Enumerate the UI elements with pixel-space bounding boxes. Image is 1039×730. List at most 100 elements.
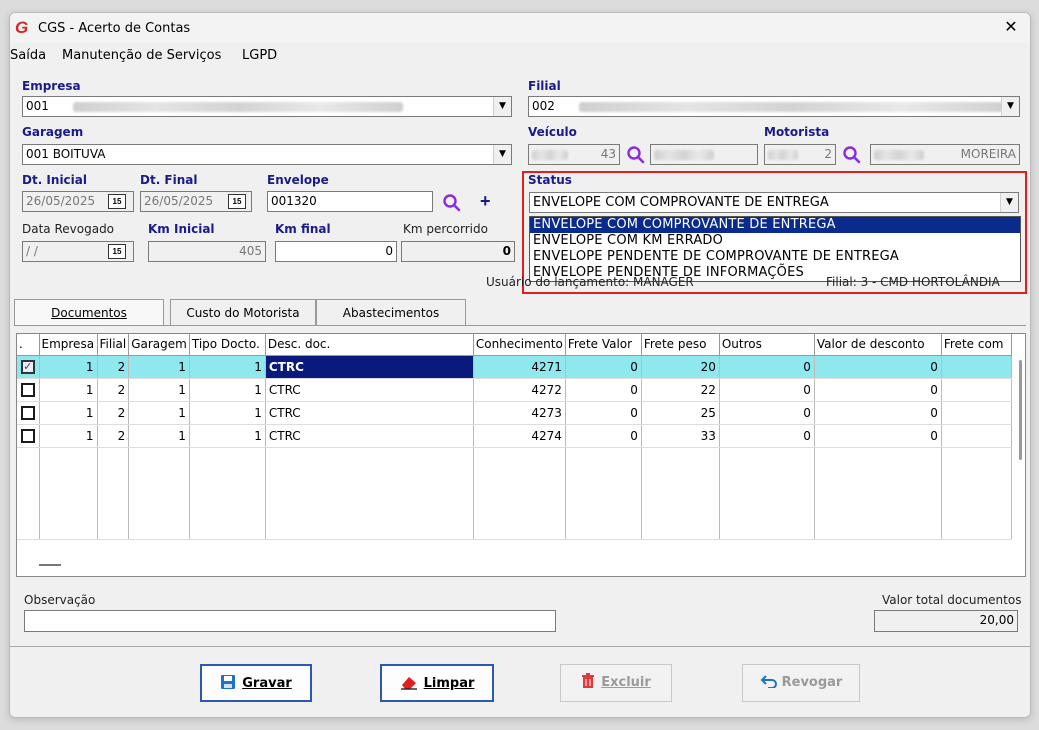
motorista-label: Motorista bbox=[764, 125, 830, 139]
limpar-button[interactable]: Limpar bbox=[380, 664, 494, 702]
cell-desconto: 0 bbox=[814, 378, 942, 402]
gravar-button[interactable]: Gravar bbox=[200, 664, 312, 702]
col-header[interactable]: Tipo Docto. bbox=[189, 334, 266, 356]
scrollbar-thumb[interactable] bbox=[1019, 360, 1022, 460]
cell-filial: 2 bbox=[97, 401, 130, 425]
cell-conhecimento: 4273 bbox=[473, 401, 566, 425]
menu-bar: Saída Manutenção de Serviços LGPD bbox=[10, 45, 1030, 65]
cell-frete-peso: 25 bbox=[641, 401, 720, 425]
cell-filial: 2 bbox=[97, 378, 130, 402]
garagem-select[interactable]: 001 BOITUVA ▼ bbox=[22, 144, 512, 165]
cell-empresa: 1 bbox=[39, 401, 98, 425]
calendar-icon[interactable]: 15 bbox=[108, 194, 126, 209]
km-final-value: 0 bbox=[385, 244, 393, 258]
documents-grid[interactable]: . Empresa Filial Garagem Tipo Docto. Des… bbox=[16, 333, 1026, 577]
row-checkbox-cell[interactable] bbox=[17, 424, 40, 448]
status-option[interactable]: ENVELOPE PENDENTE DE COMPROVANTE DE ENTR… bbox=[530, 249, 1020, 265]
main-window: G CGS - Acerto de Contas ✕ Saída Manuten… bbox=[9, 12, 1031, 718]
tab-divider bbox=[14, 325, 1026, 326]
menu-saida[interactable]: Saída bbox=[10, 48, 46, 63]
observacao-input[interactable] bbox=[24, 610, 556, 632]
documents-table: . Empresa Filial Garagem Tipo Docto. Des… bbox=[17, 334, 1012, 540]
tab-custo-motorista[interactable]: Custo do Motorista bbox=[170, 299, 316, 326]
row-checkbox[interactable] bbox=[20, 382, 35, 397]
calendar-icon[interactable]: 15 bbox=[228, 194, 246, 209]
veiculo-desc-field bbox=[650, 144, 758, 165]
tab-documentos[interactable]: Documentos bbox=[14, 299, 164, 326]
col-header[interactable]: Desc. doc. bbox=[265, 334, 474, 356]
row-checkbox-cell[interactable] bbox=[17, 401, 40, 425]
status-dropdown-list: ENVELOPE COM COMPROVANTE DE ENTREGA ENVE… bbox=[529, 216, 1021, 282]
table-row[interactable]: 1 2 1 1 CTRC 4272 0 22 0 0 bbox=[17, 378, 1012, 402]
empresa-label: Empresa bbox=[22, 79, 81, 93]
km-final-input[interactable]: 0 bbox=[275, 241, 397, 262]
vertical-scrollbar[interactable] bbox=[1017, 356, 1025, 576]
cell-frete-com bbox=[941, 355, 1012, 379]
revogar-button[interactable]: Revogar bbox=[742, 664, 860, 702]
undo-icon bbox=[760, 675, 777, 689]
status-option[interactable]: ENVELOPE COM KM ERRADO bbox=[530, 233, 1020, 249]
col-header[interactable]: Frete com bbox=[941, 334, 1012, 356]
menu-lgpd[interactable]: LGPD bbox=[242, 48, 277, 63]
cell-empresa: 1 bbox=[39, 424, 98, 448]
cell-filial: 2 bbox=[97, 424, 130, 448]
close-button[interactable]: ✕ bbox=[998, 17, 1024, 39]
data-revogado-value: / / bbox=[26, 244, 38, 258]
status-select[interactable]: ENVELOPE COM COMPROVANTE DE ENTREGA ▼ bbox=[529, 192, 1019, 213]
col-header[interactable]: Filial bbox=[97, 334, 130, 356]
menu-manutencao-servicos[interactable]: Manutenção de Serviços bbox=[62, 48, 221, 63]
dt-inicial-label: Dt. Inicial bbox=[22, 173, 87, 187]
motorista-search-icon[interactable] bbox=[842, 145, 862, 165]
envelope-input[interactable]: 001320 bbox=[267, 191, 433, 212]
envelope-search-icon[interactable] bbox=[442, 193, 462, 213]
col-header[interactable]: Frete peso bbox=[641, 334, 720, 356]
empresa-name-redacted bbox=[72, 101, 403, 112]
dt-final-label: Dt. Final bbox=[140, 173, 198, 187]
veiculo-desc-redacted bbox=[654, 149, 714, 160]
cell-frete-peso: 22 bbox=[641, 378, 720, 402]
row-checkbox-cell[interactable] bbox=[17, 378, 40, 402]
valor-total-value: 20,00 bbox=[979, 613, 1014, 627]
row-checkbox-cell[interactable]: ✓ bbox=[17, 355, 40, 379]
km-inicial-field[interactable]: 405 bbox=[148, 241, 266, 262]
veiculo-code-value: 43 bbox=[600, 147, 616, 161]
cell-garagem: 1 bbox=[128, 355, 190, 379]
row-checkbox-checked[interactable]: ✓ bbox=[20, 359, 35, 374]
calendar-icon[interactable]: 15 bbox=[108, 244, 126, 259]
col-header[interactable]: Frete Valor bbox=[565, 334, 642, 356]
excluir-label: Excluir bbox=[601, 675, 651, 690]
col-header[interactable]: Outros bbox=[719, 334, 815, 356]
table-empty-space bbox=[17, 447, 1012, 540]
status-option[interactable]: ENVELOPE COM COMPROVANTE DE ENTREGA bbox=[530, 217, 1020, 233]
km-final-label: Km final bbox=[275, 222, 331, 236]
col-header[interactable]: Conhecimento bbox=[473, 334, 566, 356]
excluir-button[interactable]: Excluir bbox=[560, 664, 672, 702]
table-row[interactable]: ✓ 1 2 1 1 CTRC 4271 0 20 0 0 bbox=[17, 355, 1012, 379]
tab-documentos-label: Documentos bbox=[51, 306, 127, 320]
chevron-down-icon[interactable]: ▼ bbox=[493, 145, 511, 164]
km-percorrido-value: 0 bbox=[502, 244, 511, 258]
row-checkbox[interactable] bbox=[20, 405, 35, 420]
gravar-label: Gravar bbox=[242, 676, 292, 691]
tab-abastecimentos[interactable]: Abastecimentos bbox=[316, 299, 466, 326]
veiculo-search-icon[interactable] bbox=[626, 145, 646, 165]
table-row[interactable]: 1 2 1 1 CTRC 4273 0 25 0 0 bbox=[17, 401, 1012, 425]
cell-desconto: 0 bbox=[814, 355, 942, 379]
cell-garagem: 1 bbox=[128, 401, 190, 425]
col-header[interactable]: Valor de desconto bbox=[814, 334, 942, 356]
col-header[interactable]: Garagem bbox=[128, 334, 190, 356]
cell-frete-valor: 0 bbox=[565, 424, 642, 448]
chevron-down-icon[interactable]: ▼ bbox=[1000, 193, 1018, 212]
table-row[interactable]: 1 2 1 1 CTRC 4274 0 33 0 0 bbox=[17, 424, 1012, 448]
chevron-down-icon[interactable]: ▼ bbox=[1001, 97, 1019, 116]
veiculo-code-field[interactable]: 43 bbox=[528, 144, 620, 165]
chevron-down-icon[interactable]: ▼ bbox=[493, 97, 511, 116]
filial-select[interactable]: 002 ▼ bbox=[528, 96, 1020, 117]
row-checkbox[interactable] bbox=[20, 428, 35, 443]
col-header[interactable]: Empresa bbox=[39, 334, 98, 356]
col-header[interactable]: . bbox=[17, 334, 40, 356]
motorista-code-field[interactable]: 2 bbox=[764, 144, 836, 165]
add-icon[interactable]: + bbox=[480, 191, 491, 212]
new-row-marker bbox=[39, 564, 61, 566]
empresa-select[interactable]: 001 ▼ bbox=[22, 96, 512, 117]
